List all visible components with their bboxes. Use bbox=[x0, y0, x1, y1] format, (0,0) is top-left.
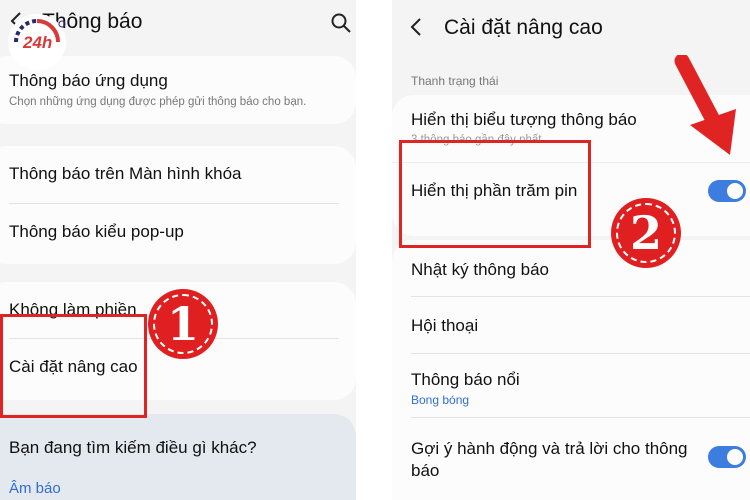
divider bbox=[411, 417, 750, 418]
divider-gutter bbox=[356, 0, 392, 500]
step-badge: 1 bbox=[148, 289, 218, 359]
step-badge: 2 bbox=[611, 198, 681, 268]
page-title: Cài đặt nâng cao bbox=[444, 16, 603, 39]
search-icon[interactable] bbox=[330, 12, 352, 34]
highlight-box bbox=[0, 314, 147, 418]
pointer-arrow-icon bbox=[670, 53, 750, 165]
smart-reply-toggle[interactable] bbox=[708, 446, 746, 468]
brand-logo: 24h bbox=[8, 14, 66, 70]
brand-logo-text: 24h bbox=[23, 33, 53, 52]
suggestion-title: Bạn đang tìm kiếm điều gì khác? bbox=[9, 438, 257, 457]
battery-percentage-toggle[interactable] bbox=[708, 180, 746, 202]
list-item[interactable]: Thông báo nổi bbox=[411, 370, 520, 390]
section-header: Thanh trạng thái bbox=[411, 74, 499, 88]
divider bbox=[9, 203, 339, 204]
back-arrow-icon[interactable] bbox=[406, 16, 428, 38]
settings-card: Thông báo trên Màn hình khóa Thông báo k… bbox=[0, 146, 356, 264]
list-item[interactable]: Thông báo kiểu pop-up bbox=[9, 222, 184, 242]
suggestion-card: Bạn đang tìm kiếm điều gì khác? Âm báo bbox=[0, 414, 356, 500]
settings-card: Nhật ký thông báo Hội thoại Thông báo nổ… bbox=[392, 240, 750, 500]
list-item[interactable]: Thông báo ứng dụng bbox=[9, 71, 168, 91]
left-screen: Thông báo Thông báo ứng dụng Chọn những … bbox=[0, 0, 356, 500]
highlight-box bbox=[399, 140, 591, 248]
divider bbox=[411, 353, 750, 354]
list-item-subtitle: Chọn những ứng dụng được phép gửi thông … bbox=[9, 96, 307, 108]
divider bbox=[411, 296, 750, 297]
list-item[interactable]: Gợi ý hành động và trả lời cho thông báo bbox=[411, 438, 691, 482]
list-item[interactable]: Thông báo trên Màn hình khóa bbox=[9, 164, 242, 184]
list-item-subtitle: Bong bóng bbox=[411, 393, 470, 407]
list-item[interactable]: Nhật ký thông báo bbox=[411, 260, 549, 280]
list-item[interactable]: Hiển thị biểu tượng thông báo bbox=[411, 110, 637, 130]
list-item[interactable]: Hội thoại bbox=[411, 316, 478, 336]
right-screen: Cài đặt nâng cao Thanh trạng thái Hiển t… bbox=[392, 0, 750, 500]
suggestion-link[interactable]: Âm báo bbox=[9, 480, 61, 497]
